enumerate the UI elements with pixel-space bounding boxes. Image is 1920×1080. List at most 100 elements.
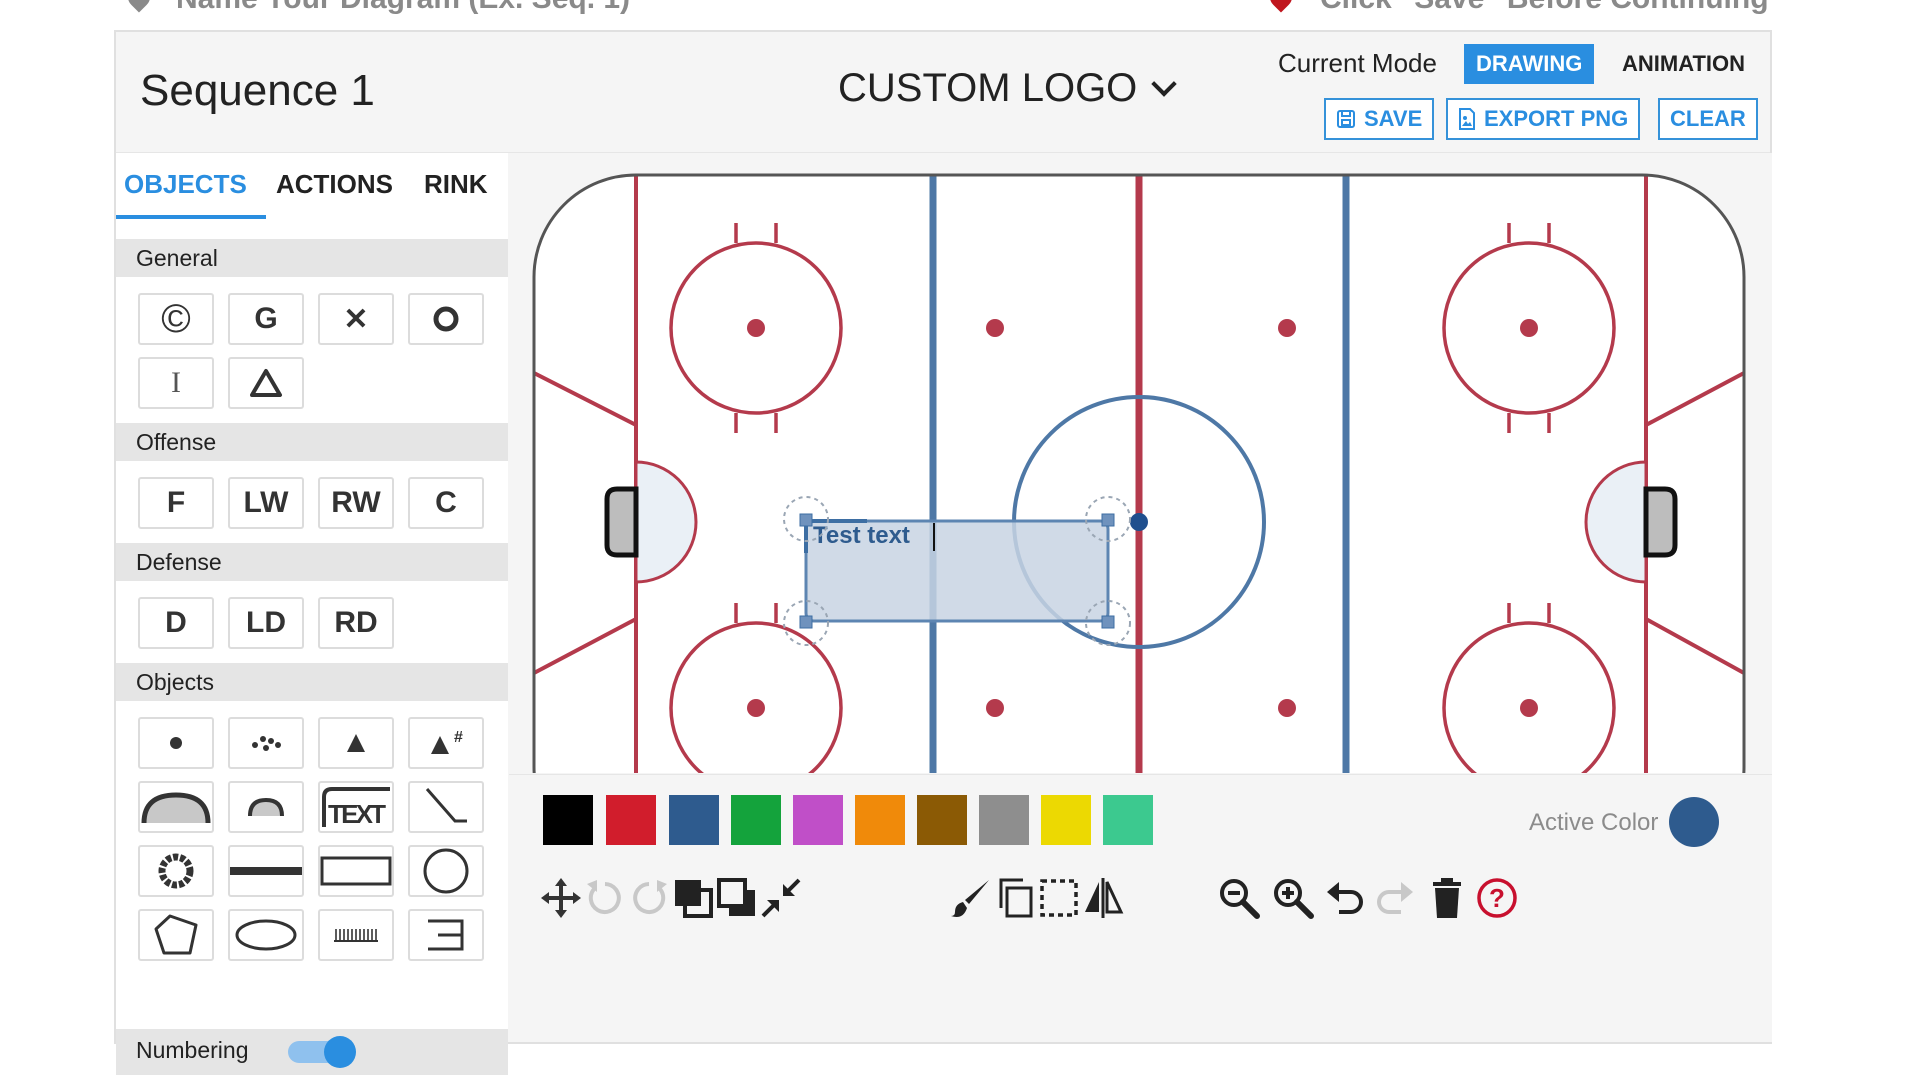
swatch-magenta[interactable] (793, 795, 843, 845)
active-color-indicator[interactable] (1669, 797, 1719, 847)
small-arc-button[interactable] (228, 781, 304, 833)
tire-button[interactable] (138, 845, 214, 897)
paintbrush-button[interactable] (949, 876, 993, 920)
redo-button[interactable] (1373, 876, 1417, 920)
puck-icon (170, 737, 182, 749)
ellipse-button[interactable] (228, 909, 304, 961)
pucks-group-icon (252, 736, 281, 751)
undo-button[interactable] (1323, 876, 1367, 920)
right-defense-button[interactable]: RD (318, 597, 394, 649)
bar-button[interactable] (228, 845, 304, 897)
circle-button[interactable] (408, 845, 484, 897)
save-button[interactable]: SAVE (1324, 98, 1435, 140)
help-button[interactable]: ? (1475, 876, 1519, 920)
sequence-title[interactable]: Sequence 1 (140, 66, 375, 116)
swatch-red[interactable] (606, 795, 656, 845)
net-icon (428, 919, 464, 951)
numbering-bar: Numbering (116, 1029, 508, 1075)
ladder-button[interactable] (318, 909, 394, 961)
banner-left-text: Name Your Diagram (Ex. Seq. 1) (176, 0, 630, 16)
flip-icon (1085, 878, 1124, 918)
export-png-button[interactable]: EXPORT PNG (1446, 98, 1641, 140)
x-mark-button[interactable]: ✕ (318, 293, 394, 345)
left-wing-button[interactable]: LW (228, 477, 304, 529)
rectangle-button[interactable] (318, 845, 394, 897)
cone-button[interactable] (318, 717, 394, 769)
swatch-green[interactable] (731, 795, 781, 845)
banner-marker-left-icon (123, 0, 155, 13)
right-goal-net (1643, 486, 1678, 558)
move-button[interactable] (539, 876, 583, 920)
shrink-button[interactable] (759, 876, 803, 920)
logo-select-value: CUSTOM LOGO (838, 66, 1138, 110)
swatch-gray[interactable] (979, 795, 1029, 845)
mode-drawing-button[interactable]: DRAWING (1464, 44, 1595, 84)
swatch-brown[interactable] (917, 795, 967, 845)
swatch-black[interactable] (543, 795, 593, 845)
rotate-right-button[interactable] (627, 876, 671, 920)
triangle-icon (250, 369, 282, 397)
rotate-left-button[interactable] (583, 876, 627, 920)
serif-i-button[interactable]: I (138, 357, 214, 409)
numbering-toggle[interactable] (288, 1036, 356, 1068)
forward-button[interactable]: F (138, 477, 214, 529)
triangle-button[interactable] (228, 357, 304, 409)
copy-button[interactable] (993, 876, 1037, 920)
swatch-teal[interactable] (1103, 795, 1153, 845)
swatch-yellow[interactable] (1041, 795, 1091, 845)
active-color-label: Active Color (1529, 809, 1659, 836)
canvas-text-object: Test text (813, 522, 910, 549)
rotate-left-icon (587, 880, 621, 914)
rectangle-icon (320, 856, 392, 886)
left-defense-label: LD (246, 606, 286, 639)
pentagon-icon (154, 914, 198, 955)
clear-button-label: CLEAR (1670, 106, 1746, 131)
swatch-orange[interactable] (855, 795, 905, 845)
o-mark-button[interactable] (408, 293, 484, 345)
banner-marker-right-icon (1265, 0, 1297, 13)
left-wing-label: LW (243, 486, 289, 519)
serif-i-icon: I (171, 366, 181, 399)
section-general-header: General (116, 239, 508, 277)
logo-select[interactable]: CUSTOM LOGO (838, 66, 1178, 111)
left-defense-button[interactable]: LD (228, 597, 304, 649)
cone-icon (347, 734, 365, 752)
send-backward-icon (717, 878, 755, 916)
clear-button[interactable]: CLEAR (1658, 98, 1758, 140)
numbered-cone-button[interactable]: # (408, 717, 484, 769)
right-wing-button[interactable]: RW (318, 477, 394, 529)
right-wing-label: RW (331, 486, 381, 519)
zoom-out-button[interactable] (1217, 876, 1261, 920)
section-defense-header: Defense (116, 543, 508, 581)
bring-forward-button[interactable] (671, 876, 715, 920)
delete-button[interactable] (1425, 876, 1469, 920)
zoom-in-button[interactable] (1271, 876, 1315, 920)
text-box-button[interactable]: TEXT (318, 781, 394, 833)
large-arc-button[interactable] (138, 781, 214, 833)
pentagon-button[interactable] (138, 909, 214, 961)
tab-rink[interactable]: RINK (424, 169, 488, 200)
mode-animation-button[interactable]: ANIMATION (1610, 44, 1757, 84)
pucks-group-button[interactable] (228, 717, 304, 769)
tab-actions[interactable]: ACTIONS (276, 169, 393, 200)
diagram-editor: Sequence 1 CUSTOM LOGO Current Mode DRAW… (114, 30, 1772, 1075)
puck-button[interactable] (138, 717, 214, 769)
center-button[interactable]: C (408, 477, 484, 529)
tab-objects[interactable]: OBJECTS (124, 169, 247, 200)
flip-button[interactable] (1081, 876, 1125, 920)
floppy-disk-icon (1337, 110, 1355, 128)
svg-text:?: ? (1489, 883, 1505, 913)
copyright-button[interactable]: © (138, 293, 214, 345)
send-backward-button[interactable] (715, 876, 759, 920)
swatch-blue[interactable] (669, 795, 719, 845)
defense-button[interactable]: D (138, 597, 214, 649)
select-area-button[interactable] (1037, 876, 1081, 920)
zoom-in-icon (1274, 879, 1314, 919)
sidebar-tabs: OBJECTS ACTIONS RINK (116, 153, 508, 223)
diagonal-line-button[interactable] (408, 781, 484, 833)
numbered-cone-icon: # (431, 729, 463, 754)
editor-header: Sequence 1 CUSTOM LOGO Current Mode DRAW… (116, 32, 1770, 153)
circle-icon (423, 848, 469, 894)
net-button[interactable] (408, 909, 484, 961)
goalie-button[interactable]: G (228, 293, 304, 345)
